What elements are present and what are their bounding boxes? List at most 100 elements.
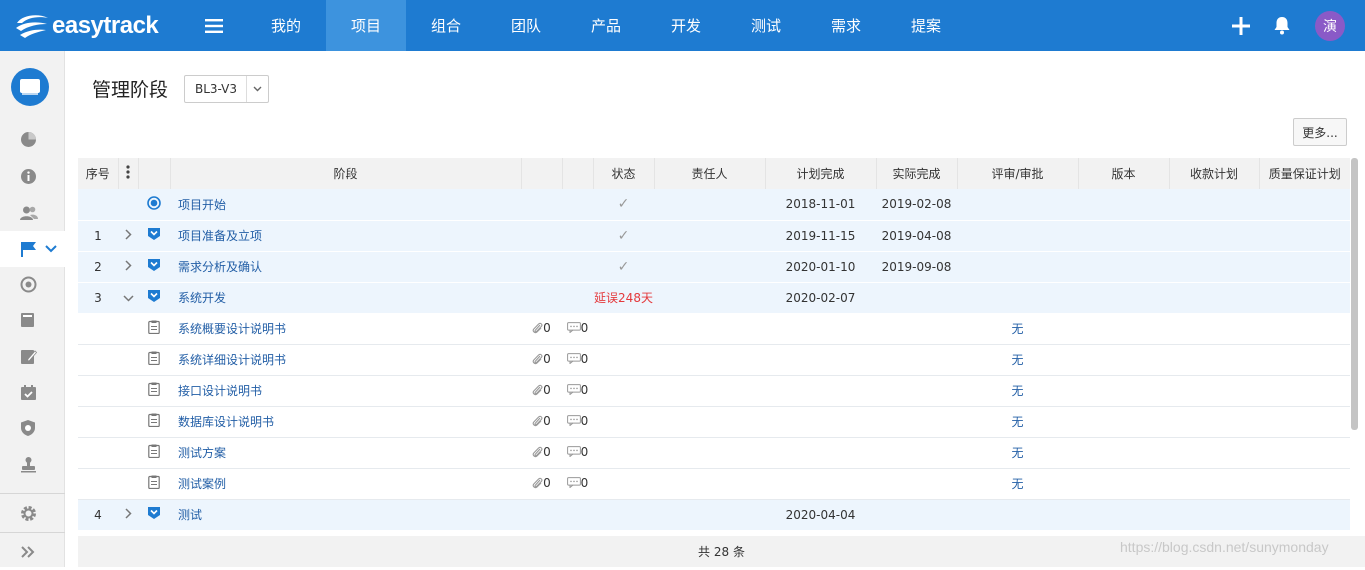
attachment-count[interactable]: 0 xyxy=(521,344,562,376)
deliverable-name[interactable]: 接口设计说明书 xyxy=(170,375,521,407)
comment-count[interactable]: 0 xyxy=(562,344,593,376)
more-button[interactable]: 更多... xyxy=(1293,118,1347,146)
document-icon xyxy=(148,382,160,397)
expand-toggle[interactable] xyxy=(118,251,138,283)
table-row[interactable]: 1 项目准备及立项 ✓ 2019-11-15 2019-04-08 xyxy=(78,220,1350,252)
stage-name[interactable]: 项目开始 xyxy=(170,189,521,221)
review-link[interactable]: 无 xyxy=(957,468,1078,500)
col-planned[interactable]: 计划完成 xyxy=(764,158,876,189)
deliverable-row[interactable]: 测试案例 0 0 无 xyxy=(78,468,1350,500)
deliverable-row[interactable]: 数据库设计说明书 0 0 无 xyxy=(78,406,1350,438)
col-owner[interactable]: 责任人 xyxy=(653,158,765,189)
user-avatar[interactable]: 演 xyxy=(1315,10,1345,41)
comment-count[interactable]: 0 xyxy=(562,313,593,345)
stamp-icon xyxy=(21,456,36,472)
deliverable-row[interactable]: 接口设计说明书 0 0 无 xyxy=(78,375,1350,407)
row-review xyxy=(957,282,1078,314)
column-settings-button[interactable] xyxy=(117,158,138,189)
attachment-count[interactable]: 0 xyxy=(521,468,562,500)
comment-count[interactable]: 0 xyxy=(562,468,593,500)
stage-name[interactable]: 需求分析及确认 xyxy=(170,251,521,283)
sidebar-item-goals[interactable] xyxy=(0,266,65,302)
easytrack-logo-icon xyxy=(16,14,48,38)
sidebar-item-schedule[interactable] xyxy=(0,374,65,410)
nav-requirements[interactable]: 需求 xyxy=(806,0,886,51)
col-seq[interactable]: 序号 xyxy=(78,158,118,189)
stage-name[interactable]: 系统开发 xyxy=(170,282,521,314)
sidebar-item-approval[interactable] xyxy=(0,446,65,482)
review-link[interactable]: 无 xyxy=(957,406,1078,438)
sidebar-item-settings[interactable] xyxy=(0,495,65,531)
deliverable-name[interactable]: 数据库设计说明书 xyxy=(170,406,521,438)
sidebar-item-info[interactable] xyxy=(0,158,65,194)
deliverable-name[interactable]: 系统详细设计说明书 xyxy=(170,344,521,376)
attachment-count[interactable]: 0 xyxy=(521,406,562,438)
sidebar-item-quality[interactable] xyxy=(0,410,65,446)
nav-projects[interactable]: 项目 xyxy=(326,0,406,51)
nav-proposals[interactable]: 提案 xyxy=(886,0,966,51)
row-type xyxy=(138,468,170,500)
review-link[interactable]: 无 xyxy=(957,313,1078,345)
phase-shield-icon xyxy=(148,507,160,519)
comment-count[interactable]: 0 xyxy=(562,406,593,438)
table-scrollbar[interactable] xyxy=(1351,158,1358,430)
table-row[interactable]: 3 系统开发 延误248天 2020-02-07 xyxy=(78,282,1350,314)
col-payment[interactable]: 收款计划 xyxy=(1168,158,1259,189)
sidebar-item-overview[interactable] xyxy=(0,121,65,157)
nav-product[interactable]: 产品 xyxy=(566,0,646,51)
document-icon xyxy=(148,413,160,428)
menu-toggle-button[interactable] xyxy=(194,0,234,51)
nav-mine[interactable]: 我的 xyxy=(246,0,326,51)
row-version xyxy=(1078,344,1169,376)
row-qa xyxy=(1259,375,1350,407)
sidebar-collapse-button[interactable] xyxy=(0,534,65,570)
nav-testing[interactable]: 测试 xyxy=(726,0,806,51)
sidebar-item-documents[interactable] xyxy=(0,302,65,338)
project-avatar[interactable] xyxy=(11,68,49,106)
review-link[interactable]: 无 xyxy=(957,375,1078,407)
notifications-button[interactable] xyxy=(1261,0,1303,51)
collapse-toggle[interactable] xyxy=(118,282,138,314)
project-sidebar xyxy=(0,51,65,567)
deliverable-name[interactable]: 测试案例 xyxy=(170,468,521,500)
col-stage[interactable]: 阶段 xyxy=(169,158,521,189)
row-payment xyxy=(1169,344,1259,376)
stage-name[interactable]: 测试 xyxy=(170,499,521,531)
col-status[interactable]: 状态 xyxy=(592,158,654,189)
paperclip-icon xyxy=(532,384,543,395)
comment-count[interactable]: 0 xyxy=(562,437,593,469)
table-row[interactable]: 2 需求分析及确认 ✓ 2020-01-10 2019-09-08 xyxy=(78,251,1350,283)
col-qa[interactable]: 质量保证计划 xyxy=(1258,158,1350,189)
version-select[interactable]: BL3-V3 xyxy=(184,75,269,103)
sidebar-item-members[interactable] xyxy=(0,195,65,231)
expand-toggle[interactable] xyxy=(118,499,138,531)
col-version[interactable]: 版本 xyxy=(1077,158,1169,189)
table-row[interactable]: 项目开始 ✓ 2018-11-01 2019-02-08 xyxy=(78,189,1350,221)
create-button[interactable] xyxy=(1221,0,1261,51)
nav-team[interactable]: 团队 xyxy=(486,0,566,51)
sidebar-item-tasks[interactable] xyxy=(0,338,65,374)
attachment-count[interactable]: 0 xyxy=(521,313,562,345)
comment-count[interactable]: 0 xyxy=(562,375,593,407)
deliverable-name[interactable]: 测试方案 xyxy=(170,437,521,469)
col-actual[interactable]: 实际完成 xyxy=(875,158,957,189)
attachment-count[interactable]: 0 xyxy=(521,375,562,407)
col-review[interactable]: 评审/审批 xyxy=(956,158,1078,189)
expand-toggle[interactable] xyxy=(118,220,138,252)
row-review xyxy=(957,499,1078,531)
sidebar-item-phases[interactable] xyxy=(0,231,65,267)
attachment-count[interactable]: 0 xyxy=(521,437,562,469)
deliverable-row[interactable]: 测试方案 0 0 无 xyxy=(78,437,1350,469)
table-row[interactable]: 4 测试 2020-04-04 xyxy=(78,499,1350,531)
brand-logo[interactable]: easytrack xyxy=(0,0,186,51)
row-comments xyxy=(562,189,593,221)
review-link[interactable]: 无 xyxy=(957,437,1078,469)
top-actions: 演 xyxy=(1221,0,1365,51)
deliverable-row[interactable]: 系统详细设计说明书 0 0 无 xyxy=(78,344,1350,376)
review-link[interactable]: 无 xyxy=(957,344,1078,376)
nav-portfolio[interactable]: 组合 xyxy=(406,0,486,51)
deliverable-row[interactable]: 系统概要设计说明书 0 0 无 xyxy=(78,313,1350,345)
nav-development[interactable]: 开发 xyxy=(646,0,726,51)
deliverable-name[interactable]: 系统概要设计说明书 xyxy=(170,313,521,345)
stage-name[interactable]: 项目准备及立项 xyxy=(170,220,521,252)
